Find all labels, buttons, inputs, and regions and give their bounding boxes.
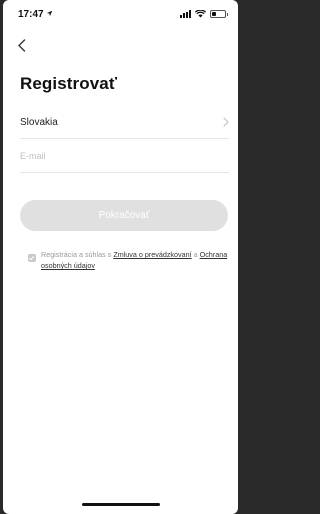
battery-level [212,12,217,16]
consent-row: Registrácia a súhlas s Zmluva o prevádzk… [28,249,228,271]
back-button[interactable] [12,36,30,54]
status-time: 17:47 [18,8,44,20]
terms-link[interactable]: Zmluva o prevádzkovaní [113,250,191,259]
wifi-icon [194,5,207,23]
consent-text: Registrácia a súhlas s Zmluva o prevádzk… [41,249,228,271]
chevron-right-icon [223,117,229,127]
status-bar: 17:47 [3,0,238,28]
country-value: Slovakia [20,116,58,128]
battery-icon [210,10,228,18]
consent-checkbox[interactable] [28,254,36,262]
continue-button[interactable]: Pokračovať [20,200,228,231]
phone-screen: 17:47 Registrovať Slovakia E-mail Pokrač… [3,0,238,514]
cellular-signal-icon [180,10,191,18]
country-selector[interactable]: Slovakia [20,106,229,139]
consent-text-middle: a [191,250,200,259]
email-field[interactable] [20,151,229,161]
location-arrow-icon [46,9,53,20]
status-time-group: 17:47 [18,9,53,20]
status-icons [180,5,228,23]
email-field-row [20,140,229,173]
home-indicator[interactable] [82,503,160,506]
page-title: Registrovať [20,74,118,93]
chevron-left-icon [17,38,25,52]
consent-text-prefix: Registrácia a súhlas s [41,250,114,259]
